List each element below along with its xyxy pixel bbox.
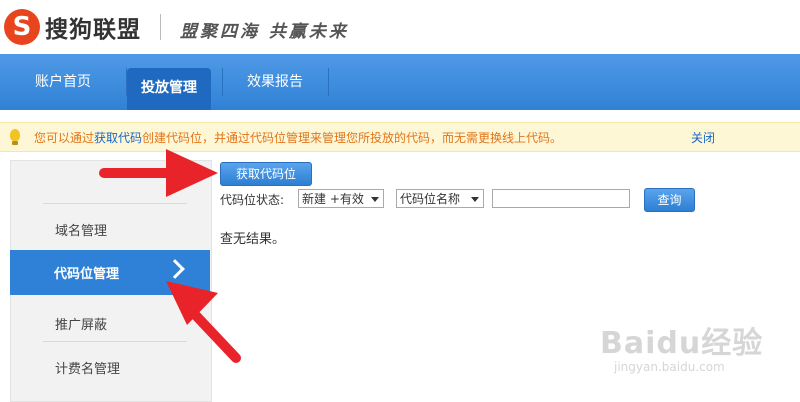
watermark-sub: jingyan.baidu.com [614, 360, 725, 374]
annotation-arrow-right-icon [99, 149, 218, 197]
annotation-arrow-up-left-icon [166, 281, 241, 363]
watermark-main: Baidu经验 [600, 326, 764, 361]
watermark: Baidu经验 jingyan.baidu.com [600, 318, 764, 374]
